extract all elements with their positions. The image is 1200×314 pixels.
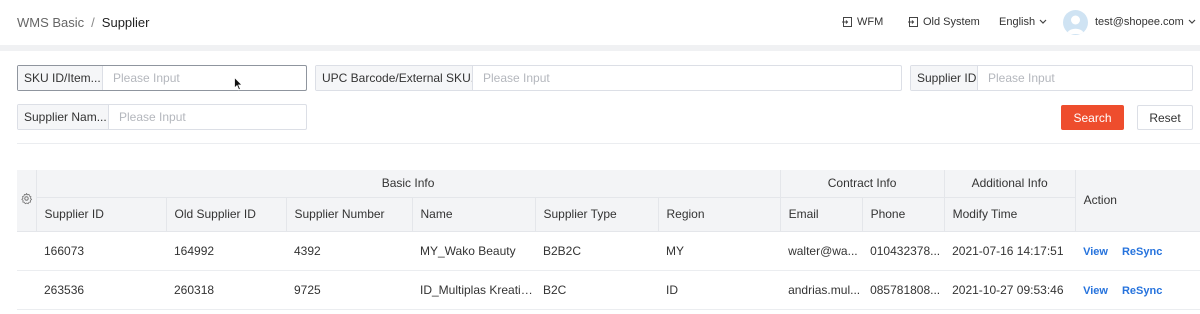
chevron-down-icon (1039, 19, 1047, 24)
cell-email: andrias.mul... (780, 270, 863, 310)
avatar[interactable] (1063, 10, 1088, 35)
column-header: Phone (862, 197, 945, 232)
cell-supplier-type: B2B2C (535, 231, 658, 271)
filter-divider (17, 143, 1200, 144)
user-email: test@shopee.com (1095, 16, 1184, 28)
supplier-name-input[interactable] (109, 105, 306, 129)
cell-supplier-type: B2C (535, 270, 658, 310)
column-header: Supplier ID (36, 197, 167, 232)
old-system-label: Old System (923, 16, 980, 28)
column-header: Old Supplier ID (166, 197, 287, 232)
top-bar: WMS Basic / Supplier WFM Old System Englis… (0, 0, 1200, 45)
old-system-link[interactable]: Old System (908, 16, 980, 28)
sku-input[interactable] (103, 66, 306, 90)
cell-phone: 085781808... (862, 270, 945, 310)
column-header-action: Action (1075, 170, 1200, 232)
cell-old-supplier-id: 260318 (166, 270, 286, 310)
view-link[interactable]: View (1083, 246, 1108, 258)
wfm-link[interactable]: WFM (842, 16, 883, 28)
upc-input[interactable] (473, 66, 901, 90)
header-divider (0, 45, 1200, 51)
upc-filter-label: UPC Barcode/External SKU... (316, 66, 473, 90)
column-header: Region (658, 197, 781, 232)
table-settings-cell[interactable] (17, 170, 37, 232)
supplier-id-filter-label: Supplier ID (911, 66, 978, 90)
external-link-icon (842, 17, 852, 27)
reset-button[interactable]: Reset (1137, 105, 1193, 130)
wfm-label: WFM (857, 16, 884, 28)
group-header-additional: Additional Info (944, 170, 1076, 198)
user-avatar-icon (1067, 15, 1084, 34)
cell-supplier-id: 166073 (36, 231, 166, 271)
table-row: 166073 164992 4392 MY_Wako Beauty B2B2C … (17, 231, 1200, 271)
group-header-basic: Basic Info (36, 170, 781, 198)
cell-modify-time: 2021-07-16 14:17:51 (944, 231, 1076, 271)
cell-supplier-number: 9725 (286, 270, 412, 310)
chevron-down-icon (1188, 19, 1196, 24)
column-header: Supplier Type (535, 197, 659, 232)
resync-link[interactable]: ReSync (1122, 246, 1162, 258)
cell-supplier-number: 4392 (286, 231, 412, 271)
cell-supplier-id: 263536 (36, 270, 166, 310)
user-menu[interactable]: test@shopee.com (1095, 16, 1196, 28)
column-header: Email (780, 197, 863, 232)
breadcrumb-root[interactable]: WMS Basic (17, 15, 84, 30)
language-label: English (999, 16, 1036, 28)
supplier-table: Basic Info Contract Info Additional Info… (17, 170, 1200, 310)
cell-action: View ReSync (1075, 270, 1200, 310)
cell-old-supplier-id: 164992 (166, 231, 286, 271)
column-header: Name (412, 197, 536, 232)
supplier-name-filter-label: Supplier Nam... (18, 105, 109, 129)
external-link-icon (908, 17, 918, 27)
column-header: Modify Time (944, 197, 1076, 232)
sku-filter-label: SKU ID/Item... (18, 66, 103, 90)
breadcrumb: WMS Basic / Supplier (17, 15, 150, 30)
cell-region: ID (658, 270, 781, 310)
mouse-cursor-icon (234, 77, 243, 91)
cell-action: View ReSync (1075, 231, 1200, 271)
sku-filter: SKU ID/Item... (17, 65, 307, 91)
view-link[interactable]: View (1083, 285, 1108, 297)
search-button[interactable]: Search (1061, 105, 1124, 130)
cell-region: MY (658, 231, 781, 271)
upc-filter: UPC Barcode/External SKU... (315, 65, 902, 91)
supplier-id-filter: Supplier ID (910, 65, 1193, 91)
cell-phone: 010432378... (862, 231, 945, 271)
gear-icon (21, 193, 32, 205)
cell-email: walter@wa... (780, 231, 863, 271)
supplier-name-filter: Supplier Nam... (17, 104, 307, 130)
cell-modify-time: 2021-10-27 09:53:46 (944, 270, 1076, 310)
breadcrumb-separator: / (91, 15, 95, 30)
cell-name: ID_Multiplas Kreatif ... (412, 270, 535, 310)
table-row: 263536 260318 9725 ID_Multiplas Kreatif … (17, 270, 1200, 310)
resync-link[interactable]: ReSync (1122, 285, 1162, 297)
language-dropdown[interactable]: English (999, 16, 1052, 28)
breadcrumb-current: Supplier (101, 15, 150, 30)
group-header-contract: Contract Info (780, 170, 945, 198)
supplier-id-input[interactable] (978, 66, 1192, 90)
column-header: Supplier Number (286, 197, 413, 232)
cell-name: MY_Wako Beauty (412, 231, 535, 271)
